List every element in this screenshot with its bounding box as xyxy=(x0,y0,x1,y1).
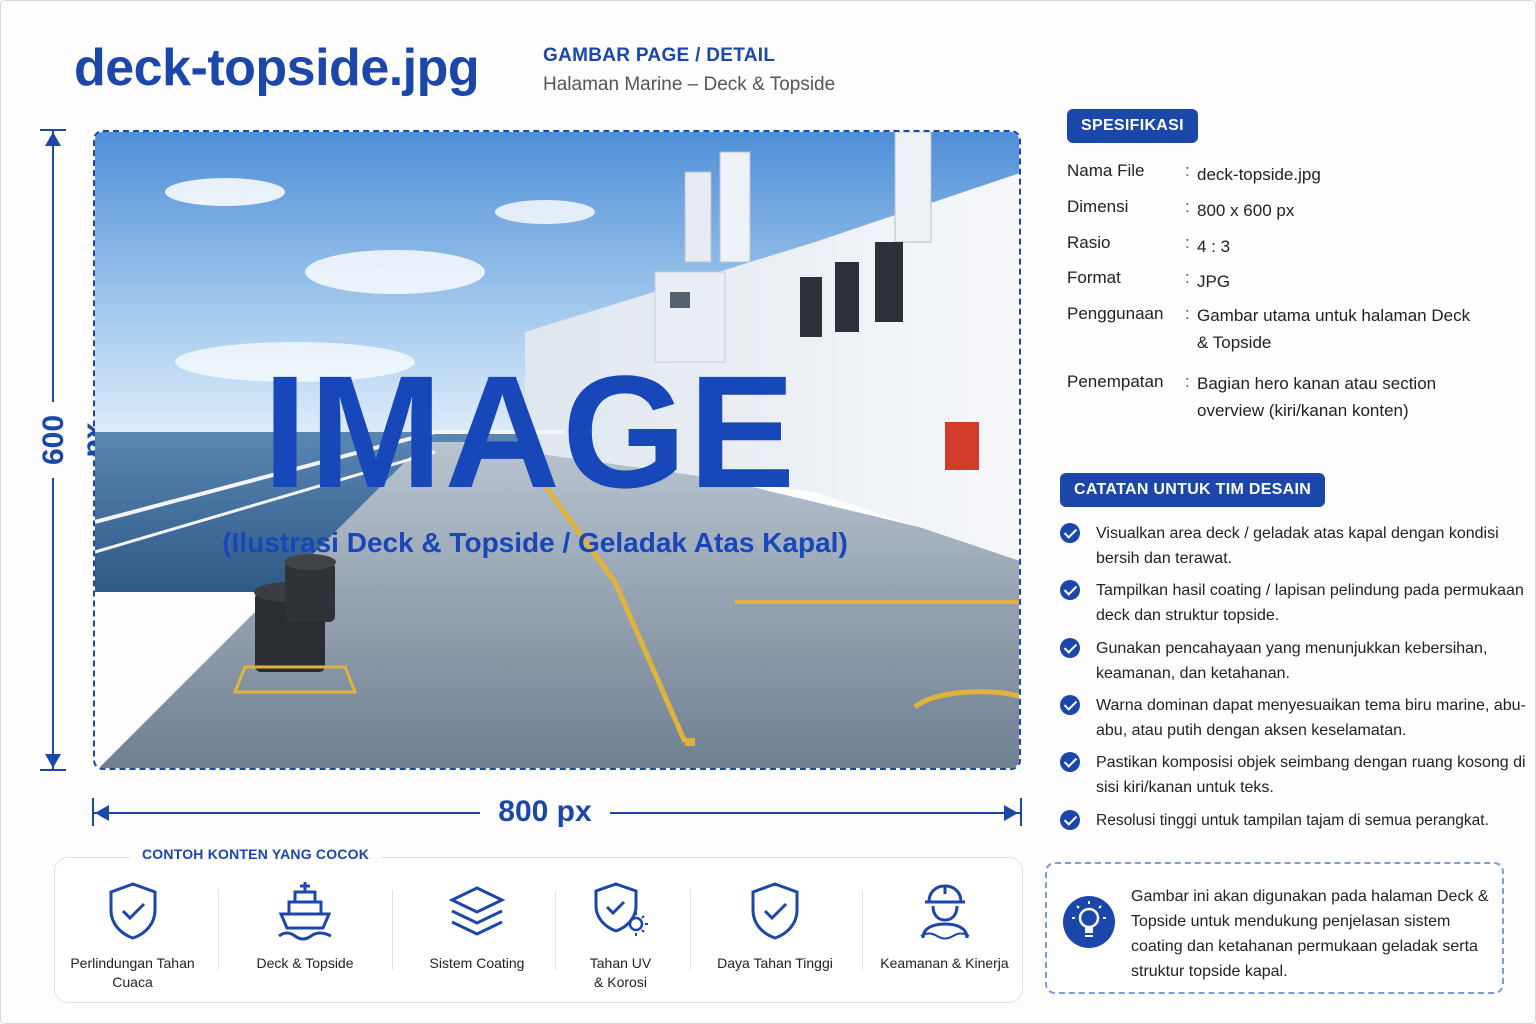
info-box: Gambar ini akan digunakan pada halaman D… xyxy=(1045,862,1504,994)
spec-key: Penggunaan xyxy=(1067,304,1164,323)
spec-key: Rasio xyxy=(1067,233,1111,252)
shield-sun-icon xyxy=(594,882,648,936)
check-icon xyxy=(1060,752,1080,772)
spec-value: 800 x 600 px xyxy=(1197,201,1295,220)
content-item-weather: Perlindungan Tahan Cuaca xyxy=(70,880,195,992)
content-item-deck: Deck & Topside xyxy=(240,880,370,973)
spec-value: Gambar utama untuk halaman Deck & Topsid… xyxy=(1197,306,1471,352)
content-item-safety: Keamanan & Kinerja xyxy=(872,880,1017,973)
header-kicker: GAMBAR PAGE / DETAIL xyxy=(543,45,776,66)
layers-icon xyxy=(448,886,506,936)
width-label: 800 px xyxy=(480,793,610,831)
content-examples-heading: CONTOH KONTEN YANG COCOK xyxy=(130,846,382,862)
shield-check-icon xyxy=(751,882,799,940)
content-item-durability: Daya Tahan Tinggi xyxy=(705,880,845,973)
spec-value: JPG xyxy=(1197,272,1231,291)
info-text: Gambar ini akan digunakan pada halaman D… xyxy=(1131,888,1489,980)
spec-key: Dimensi xyxy=(1067,197,1129,216)
notes-heading: CATATAN UNTUK TIM DESAIN xyxy=(1060,473,1326,507)
check-icon xyxy=(1060,695,1080,715)
lightbulb-icon xyxy=(1063,896,1115,948)
check-icon xyxy=(1060,523,1080,543)
image-placeholder-caption: (Ilustrasi Deck & Topside / Geladak Atas… xyxy=(222,527,848,558)
content-item-coating: Sistem Coating xyxy=(412,880,542,973)
image-placeholder-word: IMAGE xyxy=(262,342,798,521)
spec-heading: SPESIFIKASI xyxy=(1067,109,1198,143)
image-placeholder: IMAGE (Ilustrasi Deck & Topside / Gelada… xyxy=(93,130,1021,770)
check-icon xyxy=(1060,810,1080,830)
file-title: deck-topside.jpg xyxy=(74,39,480,97)
spec-key: Format xyxy=(1067,268,1121,287)
content-item-uv: Tahan UV & Korosi xyxy=(568,880,673,992)
check-icon xyxy=(1060,580,1080,600)
shield-check-icon xyxy=(109,882,156,940)
spec-value: deck-topside.jpg xyxy=(1197,165,1321,184)
spec-value: Bagian hero kanan atau section overview … xyxy=(1197,374,1437,420)
header-subtitle: Halaman Marine – Deck & Topside xyxy=(543,74,836,95)
ship-icon xyxy=(278,882,332,941)
spec-key: Penempatan xyxy=(1067,372,1164,391)
check-icon xyxy=(1060,638,1080,658)
spec-value: 4 : 3 xyxy=(1197,237,1231,256)
spec-key: Nama File xyxy=(1067,161,1145,180)
worker-icon xyxy=(919,884,970,940)
height-label: 600 px xyxy=(34,402,110,478)
